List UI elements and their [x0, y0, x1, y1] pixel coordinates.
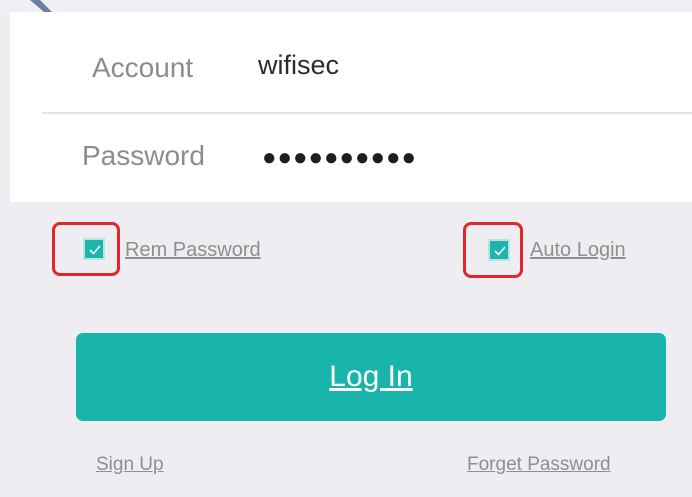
auto-login-checkbox[interactable] [488, 239, 510, 261]
rem-password-label[interactable]: Rem Password [125, 239, 261, 262]
password-input[interactable]: ●●●●●●●●●● [262, 144, 417, 172]
sign-up-link[interactable]: Sign Up [96, 454, 164, 476]
forget-password-link[interactable]: Forget Password [467, 454, 611, 476]
rem-password-checkbox[interactable] [83, 238, 105, 260]
login-button[interactable]: Log In [76, 333, 666, 421]
password-label: Password [82, 140, 205, 171]
password-row: Password ●●●●●●●●●● [10, 114, 692, 202]
account-input[interactable] [258, 50, 658, 81]
checkmark-icon [89, 245, 101, 255]
auto-login-label[interactable]: Auto Login [530, 239, 626, 262]
app-logo-fragment [30, 0, 52, 12]
checkmark-icon [494, 246, 506, 256]
account-row: Account [10, 12, 692, 107]
login-form: Account Password ●●●●●●●●●● [10, 12, 692, 202]
top-strip [0, 0, 692, 12]
account-label: Account [92, 52, 194, 83]
